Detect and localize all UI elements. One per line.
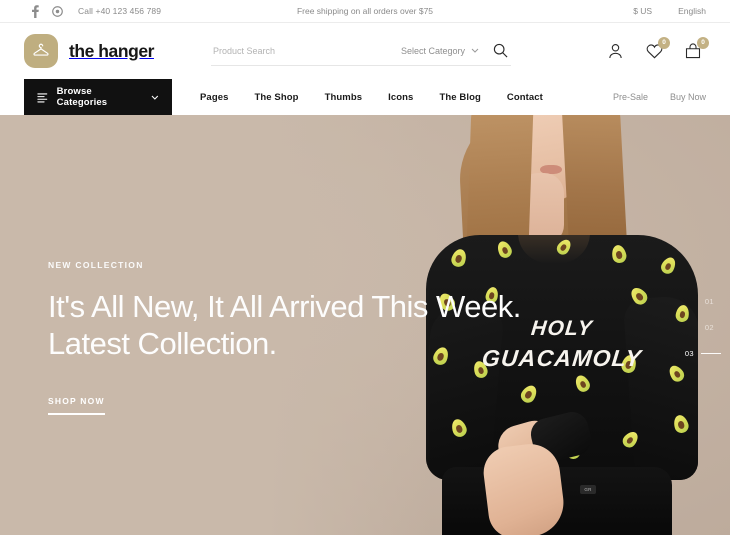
brand-logo-link[interactable]: the hanger	[24, 34, 209, 68]
cart-button[interactable]: 0	[682, 37, 709, 62]
account-button[interactable]	[604, 40, 626, 62]
hero-content: NEW COLLECTION It's All New, It All Arri…	[48, 260, 568, 416]
slider-dot-01[interactable]: 01	[705, 297, 721, 306]
promo-message: Free shipping on all orders over $75	[296, 6, 434, 16]
search-icon	[493, 43, 507, 58]
wishlist-count-badge: 0	[658, 37, 670, 49]
user-icon	[608, 43, 622, 59]
nav-item-thumbs[interactable]: Thumbs	[325, 92, 363, 103]
page-root: Call +40 123 456 789 Free shipping on al…	[0, 0, 730, 535]
search-bar: Select Category	[211, 36, 511, 66]
browse-categories-label: Browse Categories	[56, 86, 108, 108]
slider-pagination: 01 02 03	[685, 297, 721, 358]
top-bar: Call +40 123 456 789 Free shipping on al…	[0, 0, 730, 23]
browse-categories-button[interactable]: Browse Categories	[24, 79, 172, 115]
nav-item-the-blog[interactable]: The Blog	[439, 92, 480, 103]
slider-dot-02[interactable]: 02	[705, 323, 721, 332]
top-bar-left: Call +40 123 456 789	[24, 2, 161, 20]
category-select-label: Select Category	[400, 45, 465, 56]
search-submit-button[interactable]	[489, 40, 511, 62]
main-nav: Browse Categories Pages The Shop Thumbs …	[0, 79, 730, 115]
slider-dot-label: 01	[704, 297, 714, 306]
menu-bars-icon	[37, 92, 48, 102]
top-bar-right: $ US English	[633, 6, 706, 16]
nav-item-contact[interactable]: Contact	[507, 92, 543, 103]
category-select[interactable]: Select Category	[401, 46, 489, 56]
hero-title: It's All New, It All Arrived This Week. …	[48, 289, 521, 361]
cart-count-badge: 0	[697, 37, 709, 49]
nav-item-buy-now[interactable]: Buy Now	[670, 92, 706, 102]
site-header: the hanger Select Category	[0, 23, 730, 79]
avocado-print	[572, 373, 593, 394]
slider-dot-line	[701, 353, 721, 354]
language-selector[interactable]: English	[678, 6, 706, 16]
nav-item-pre-sale[interactable]: Pre-Sale	[613, 92, 648, 102]
facebook-icon[interactable]	[24, 2, 46, 20]
nav-secondary-links: Pre-Sale Buy Now	[613, 92, 706, 102]
phone-number[interactable]: Call +40 123 456 789	[78, 6, 161, 16]
header-actions: 0 0	[604, 37, 709, 62]
search-input[interactable]	[211, 45, 401, 56]
instagram-icon[interactable]	[46, 2, 68, 20]
garment-tag: GR	[580, 485, 596, 494]
chevron-down-icon	[471, 48, 479, 53]
shop-now-button[interactable]: SHOP NOW	[48, 396, 105, 416]
avocado-print	[658, 254, 679, 277]
nav-item-icons[interactable]: Icons	[388, 92, 413, 103]
avocado-print	[495, 239, 514, 260]
wishlist-button[interactable]: 0	[643, 37, 670, 62]
hanger-icon	[24, 34, 58, 68]
currency-selector[interactable]: $ US	[633, 6, 652, 16]
slider-dot-label: 03	[684, 349, 694, 358]
chevron-down-icon	[151, 95, 159, 100]
nav-item-pages[interactable]: Pages	[200, 92, 229, 103]
brand-name: the hanger	[69, 40, 154, 61]
nav-links: Pages The Shop Thumbs Icons The Blog Con…	[200, 92, 543, 103]
nav-item-the-shop[interactable]: The Shop	[255, 92, 299, 103]
avocado-print	[610, 243, 628, 265]
slider-dot-label: 02	[704, 323, 714, 332]
hero-slider: HOLY GUACAMOLY GR NEW COLLECTION It's Al…	[0, 115, 730, 535]
slider-dot-03[interactable]: 03	[685, 349, 721, 358]
hero-eyebrow: NEW COLLECTION	[48, 260, 144, 270]
